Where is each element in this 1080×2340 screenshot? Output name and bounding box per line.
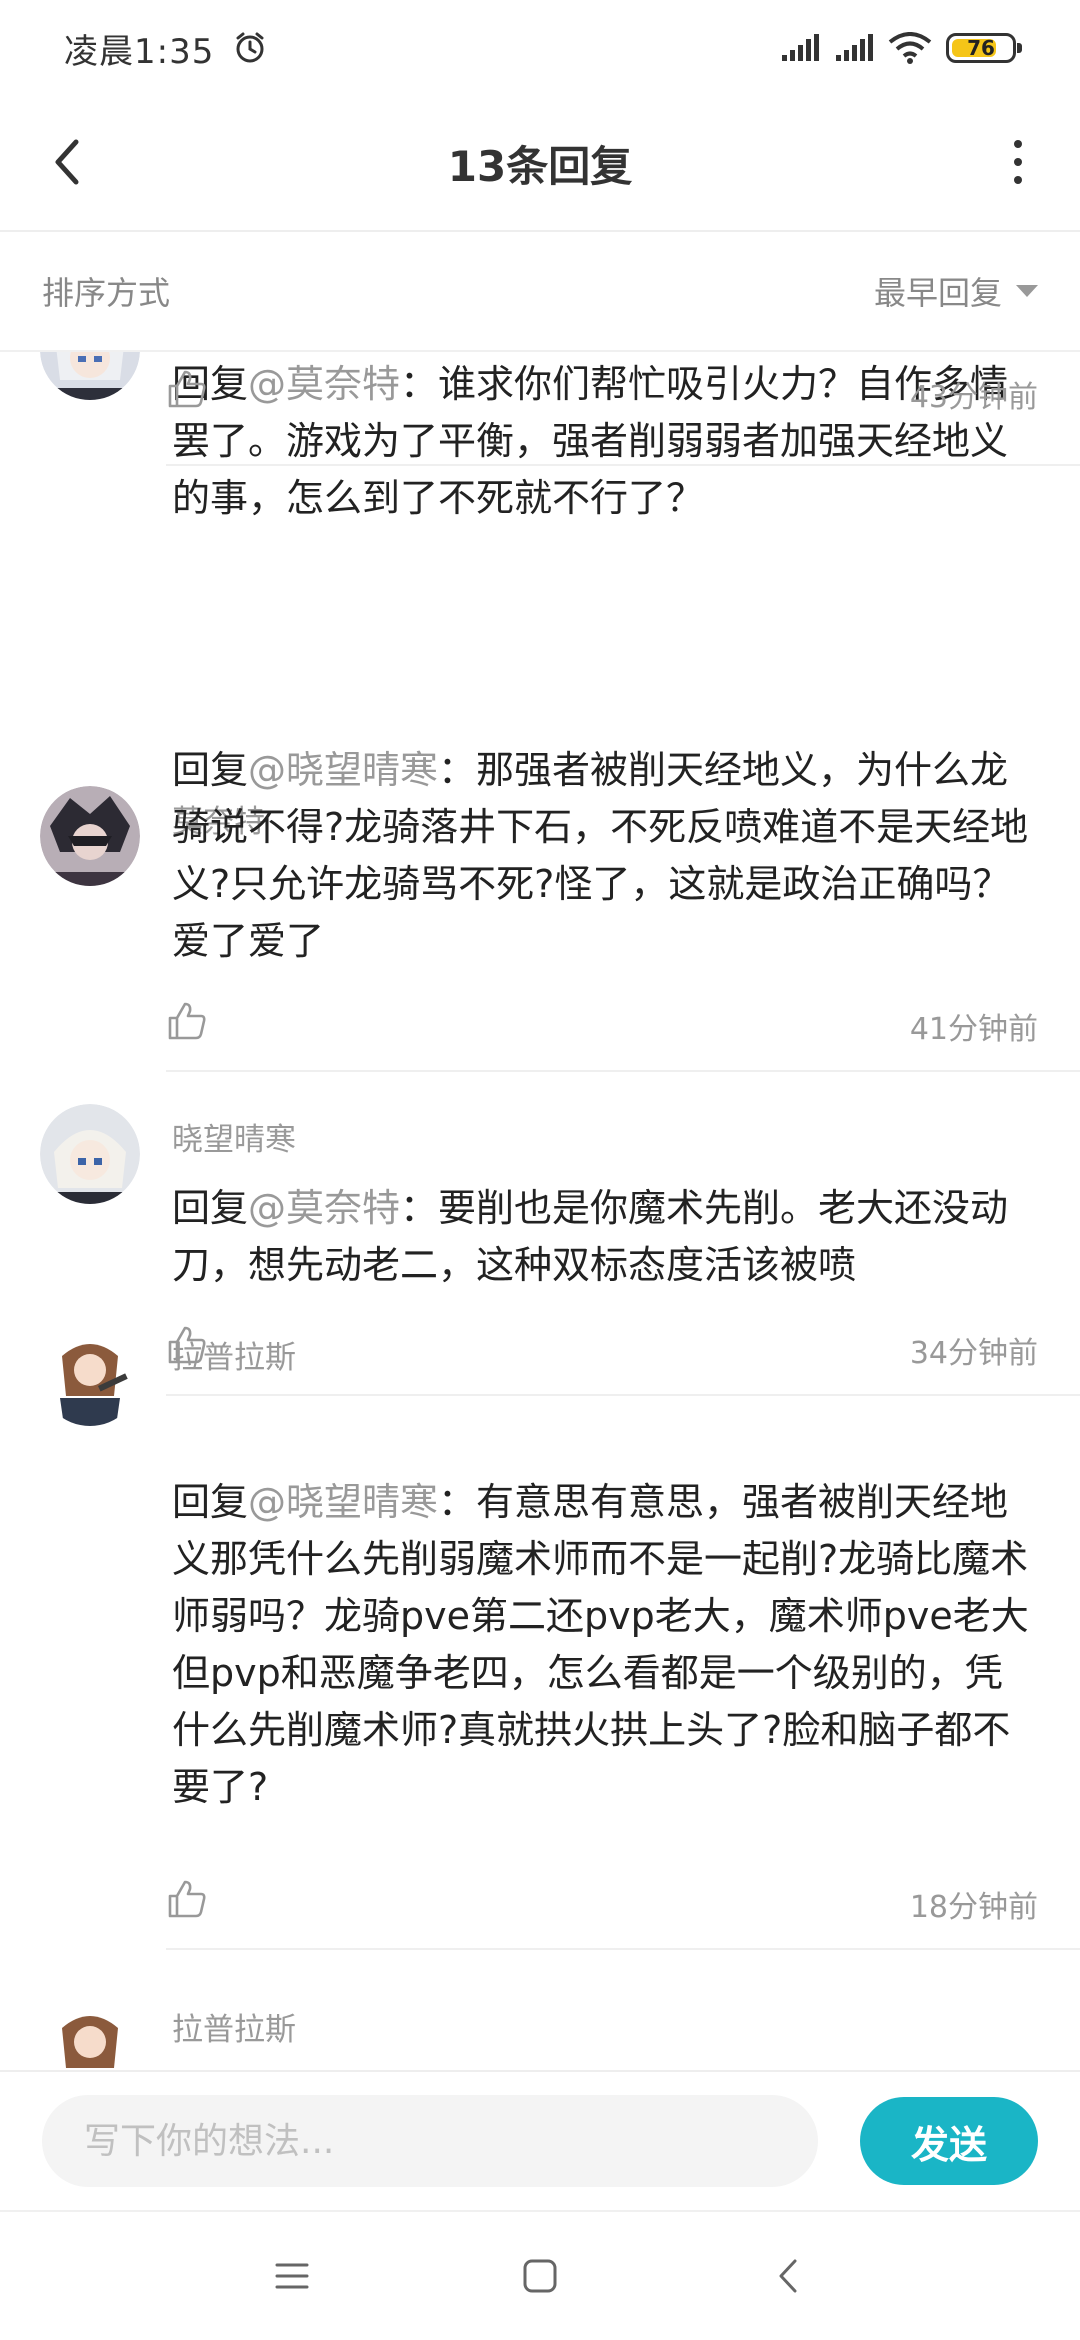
- sort-bar: 排序方式 最早回复: [0, 232, 1080, 352]
- reply-prefix: 回复: [172, 748, 249, 792]
- status-time: 凌晨1:35: [64, 31, 215, 72]
- avatar[interactable]: [40, 1104, 140, 1204]
- signal-icon: [782, 34, 819, 61]
- signal-icon-2: [836, 34, 873, 61]
- reply-prefix: 回复: [172, 1480, 249, 1524]
- status-bar: 凌晨1:35 76: [0, 0, 1080, 96]
- divider: [166, 1070, 1080, 1072]
- reply-mention[interactable]: @莫奈特: [248, 1186, 400, 1230]
- thumb-up-icon[interactable]: [166, 1324, 208, 1366]
- reply-list[interactable]: 回复@莫奈特：谁求你们帮忙吸引火力？自作多情罢了。游戏为了平衡，强者削弱弱者加强…: [0, 352, 1080, 2070]
- reply-username[interactable]: 晓望晴寒: [172, 1114, 296, 1159]
- reply-time: 43分钟前: [909, 380, 1038, 415]
- home-icon: [523, 2259, 557, 2293]
- status-icons: 76: [780, 32, 1022, 64]
- divider: [166, 464, 1080, 466]
- thumb-up-icon[interactable]: [166, 1878, 208, 1920]
- send-button[interactable]: 发送: [860, 2097, 1038, 2185]
- home-button[interactable]: [516, 2252, 564, 2300]
- more-icon-dot: [1014, 158, 1022, 166]
- wifi-icon: [888, 32, 932, 64]
- sort-selected: 最早回复: [873, 274, 1002, 312]
- app-header: 13条回复: [0, 96, 1080, 232]
- reply-mention[interactable]: @晓望晴寒: [248, 748, 438, 792]
- sort-label: 排序方式: [42, 274, 171, 312]
- reply-time: 41分钟前: [909, 1012, 1038, 1047]
- thumb-up-icon[interactable]: [166, 1000, 208, 1042]
- menu-button[interactable]: [268, 2252, 316, 2300]
- more-button[interactable]: [986, 130, 1050, 194]
- back-icon: [55, 139, 79, 185]
- thumb-up-icon[interactable]: [166, 368, 208, 410]
- reply-mention[interactable]: @莫奈特: [248, 362, 400, 406]
- nav-back-button[interactable]: [764, 2252, 812, 2300]
- divider: [166, 1948, 1080, 1950]
- more-icon-dot: [1014, 176, 1022, 184]
- battery-indicator: 76: [946, 33, 1022, 63]
- comment-input[interactable]: [42, 2095, 818, 2187]
- sort-dropdown[interactable]: 最早回复: [874, 268, 1038, 314]
- avatar[interactable]: [40, 352, 140, 400]
- avatar[interactable]: [40, 1998, 140, 2070]
- reply-username[interactable]: 拉普拉斯: [172, 2004, 296, 2049]
- avatar[interactable]: [40, 1326, 140, 1426]
- alarm-icon: [236, 32, 264, 63]
- chevron-down-icon: [1016, 285, 1038, 297]
- reply-text: 回复@晓望晴寒：有意思有意思，强者被削天经地义那凭什么先削弱魔术师而不是一起削?…: [172, 1474, 1032, 1816]
- more-icon-dot: [1014, 140, 1022, 148]
- reply-text: 回复@莫奈特：要削也是你魔术先削。老大还没动刀，想先动老二，这种双标态度活该被喷: [172, 1180, 1032, 1294]
- reply-body: ：有意思有意思，强者被削天经地义那凭什么先削弱魔术师而不是一起削?龙骑比魔术师弱…: [172, 1480, 1029, 1809]
- avatar[interactable]: [40, 786, 140, 886]
- back-button[interactable]: [36, 130, 100, 194]
- system-nav-bar: [0, 2210, 1080, 2340]
- battery-level: 76: [967, 36, 995, 60]
- reply-time: 18分钟前: [909, 1890, 1038, 1925]
- reply-time: 34分钟前: [909, 1336, 1038, 1371]
- reply-text: 回复@晓望晴寒：那强者被削天经地义，为什么龙骑说不得?龙骑落井下石，不死反喷难道…: [172, 742, 1032, 970]
- page-title: 13条回复: [447, 141, 633, 191]
- menu-icon: [275, 2263, 309, 2289]
- back-nav-icon: [779, 2259, 797, 2293]
- reply-mention[interactable]: @晓望晴寒: [248, 1480, 438, 1524]
- comment-bar: 发送: [0, 2070, 1080, 2210]
- reply-text: 回复@莫奈特：谁求你们帮忙吸引火力？自作多情罢了。游戏为了平衡，强者削弱弱者加强…: [172, 356, 1032, 527]
- divider: [166, 1394, 1080, 1396]
- reply-prefix: 回复: [172, 1186, 249, 1230]
